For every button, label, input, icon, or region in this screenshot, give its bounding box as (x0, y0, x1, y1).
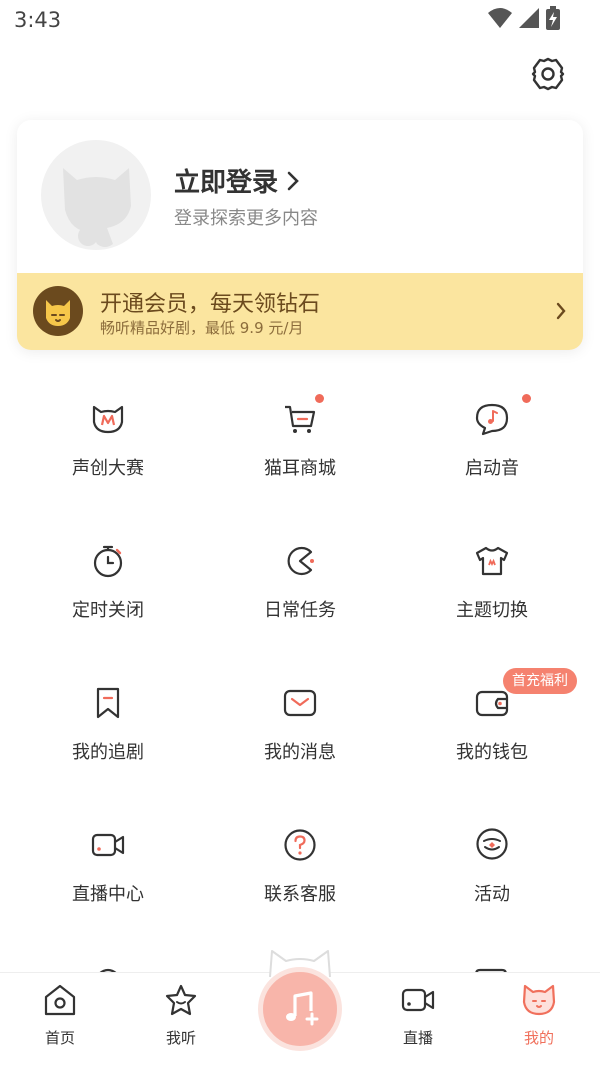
grid-label: 活动 (474, 884, 510, 905)
chevron-right-icon (287, 171, 299, 190)
wifi-icon (488, 8, 512, 28)
first-charge-badge: 首充福利 (503, 668, 577, 694)
grid-item-shop[interactable]: 猫耳商城 (200, 394, 400, 522)
tab-listen[interactable]: 我听 (121, 973, 241, 1066)
tab-home[interactable]: 首页 (0, 973, 120, 1066)
grid-item-activity[interactable]: 活动 (392, 828, 592, 948)
video-camera-icon (91, 833, 125, 857)
tab-label: 首页 (44, 1029, 75, 1047)
add-music-button[interactable] (258, 967, 342, 1051)
vip-subtitle: 畅听精品好剧，最低 9.9 元/月 (100, 319, 304, 337)
login-title: 立即登录 (174, 168, 279, 198)
cat-avatar-icon (63, 168, 131, 247)
avatar[interactable] (41, 140, 151, 250)
mail-icon (283, 689, 317, 717)
grid-label: 启动音 (465, 458, 519, 479)
star-icon (165, 984, 197, 1016)
grid-item-contest[interactable]: 声创大赛 (8, 402, 208, 522)
pacman-icon (287, 546, 314, 576)
vip-cat-icon (33, 286, 83, 336)
help-icon (284, 829, 316, 861)
grid-label: 主题切换 (456, 600, 528, 621)
music-add-icon (286, 991, 319, 1026)
grid-item-live-center[interactable]: 直播中心 (8, 828, 208, 948)
grid-label: 声创大赛 (72, 458, 144, 479)
grid-item-wallet[interactable]: 我的钱包 (392, 686, 592, 806)
tab-label: 直播 (402, 1029, 433, 1047)
timer-icon (93, 545, 123, 578)
grid-label: 定时关闭 (72, 600, 144, 621)
cat-m-icon (92, 405, 124, 434)
grid-item-my-shows[interactable]: 我的追剧 (8, 686, 208, 806)
tab-label: 我的 (523, 1029, 554, 1047)
tab-mine[interactable]: 我的 (479, 973, 599, 1066)
login-subtitle: 登录探索更多内容 (174, 208, 318, 229)
bookmark-icon (96, 687, 120, 719)
tab-label: 我听 (165, 1029, 196, 1047)
tab-live[interactable]: 直播 (358, 973, 478, 1066)
signal-icon (519, 8, 539, 28)
grid-label: 直播中心 (72, 884, 144, 905)
cat-face-icon (522, 984, 556, 1016)
grid-label: 猫耳商城 (264, 458, 336, 479)
notification-dot (315, 394, 324, 403)
grid-label: 我的追剧 (72, 742, 144, 763)
vip-title: 开通会员，每天领钻石 (100, 292, 321, 317)
live-camera-icon (401, 988, 435, 1012)
notification-dot (522, 394, 531, 403)
status-icons (488, 6, 560, 30)
tshirt-icon (475, 546, 509, 576)
grid-item-theme[interactable]: 主题切换 (392, 544, 592, 664)
settings-button[interactable] (530, 56, 566, 92)
gear-icon (531, 57, 565, 91)
grid-item-messages[interactable]: 我的消息 (200, 686, 400, 806)
grid-item-timer[interactable]: 定时关闭 (8, 544, 208, 664)
grid-label: 我的消息 (264, 742, 336, 763)
grid-label: 日常任务 (264, 600, 336, 621)
music-bubble-icon (475, 403, 509, 436)
wallet-icon (475, 690, 509, 717)
cart-icon (285, 405, 316, 433)
home-icon (44, 984, 76, 1016)
status-time: 3:43 (14, 8, 62, 32)
activity-icon (476, 828, 508, 860)
chevron-right-icon (556, 302, 566, 320)
grid-label: 我的钱包 (456, 742, 528, 763)
center-button-area (256, 945, 344, 1055)
status-bar: 3:43 (0, 0, 600, 40)
grid-item-startup-sound[interactable]: 启动音 (392, 394, 592, 522)
profile-card: 立即登录 登录探索更多内容 开通会员，每天领钻石 畅听精品好剧，最低 9.9 元… (17, 120, 583, 350)
grid-item-customer-service[interactable]: 联系客服 (200, 828, 400, 948)
login-button[interactable]: 立即登录 (174, 162, 300, 199)
grid-label: 联系客服 (264, 884, 336, 905)
battery-icon (546, 6, 560, 30)
vip-banner[interactable]: 开通会员，每天领钻石 畅听精品好剧，最低 9.9 元/月 (17, 273, 583, 350)
grid-item-daily-tasks[interactable]: 日常任务 (200, 544, 400, 664)
